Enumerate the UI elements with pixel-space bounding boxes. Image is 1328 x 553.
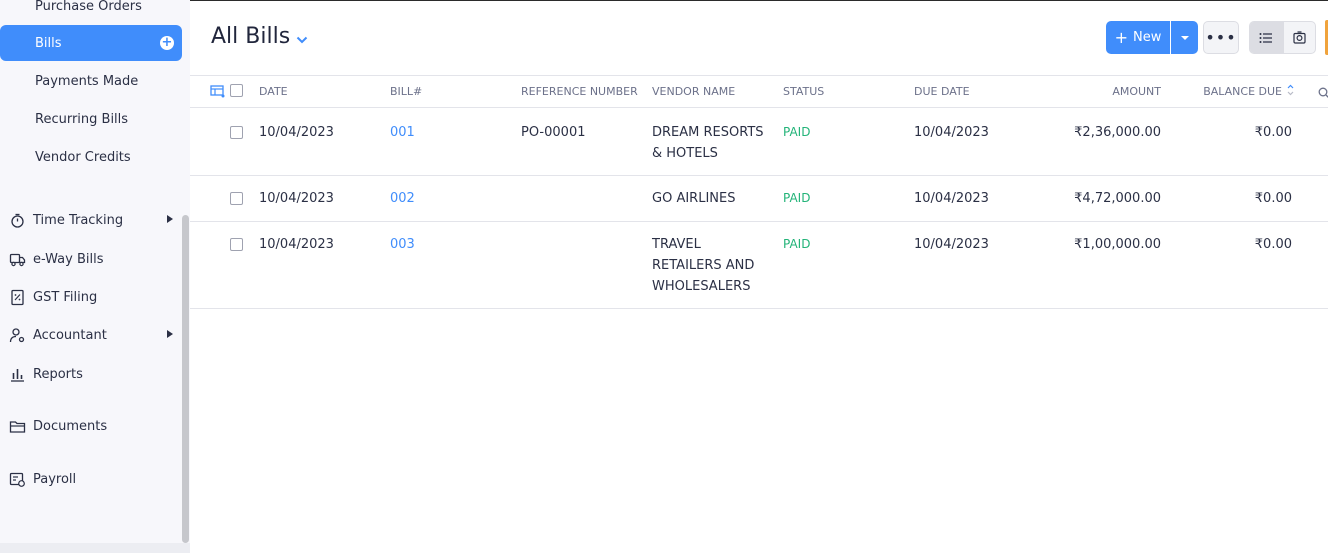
row-checkbox[interactable] xyxy=(230,126,243,139)
view-toggle xyxy=(1249,21,1316,54)
page-title: All Bills xyxy=(211,24,291,49)
row-checkbox[interactable] xyxy=(230,192,243,205)
row-vendor-name: GO AIRLINES xyxy=(652,191,736,206)
column-header-amount[interactable]: AMOUNT xyxy=(1060,85,1161,98)
sidebar-item-recurring-bills[interactable]: Recurring Bills xyxy=(0,101,182,137)
sidebar-item-bills[interactable]: Bills + xyxy=(0,25,182,61)
row-vendor-name: DREAM RESORTS & HOTELS xyxy=(652,125,764,161)
new-button-label: New xyxy=(1133,30,1162,45)
table-header: DATE BILL# REFERENCE NUMBER VENDOR NAME … xyxy=(190,75,1328,108)
sidebar-item-eway-bills[interactable]: e-Way Bills xyxy=(0,244,182,274)
sidebar-item-payments-made[interactable]: Payments Made xyxy=(0,63,182,99)
sidebar-item-label: Bills xyxy=(35,35,62,51)
sidebar-item-label: e-Way Bills xyxy=(33,251,104,267)
gallery-view-button[interactable] xyxy=(1282,22,1316,53)
row-amount: ₹2,36,000.00 xyxy=(1074,125,1161,140)
status-badge: PAID xyxy=(783,125,811,139)
sidebar-item-label: Vendor Credits xyxy=(35,149,131,165)
folder-icon xyxy=(9,421,26,433)
table-row[interactable]: 10/04/2023 003 TRAVEL RETAILERS AND WHOL… xyxy=(190,222,1328,309)
row-due-date: 10/04/2023 xyxy=(914,125,989,140)
more-options-button[interactable]: ••• xyxy=(1203,21,1239,54)
document-percent-icon xyxy=(11,289,24,306)
table-row[interactable]: 10/04/2023 001 PO-00001 DREAM RESORTS & … xyxy=(190,108,1328,176)
search-icon[interactable] xyxy=(1318,87,1328,99)
sidebar-item-label: Accountant xyxy=(33,327,107,343)
sidebar-item-label: Time Tracking xyxy=(33,212,124,228)
sidebar-item-label: GST Filing xyxy=(33,289,98,305)
sidebar: Purchase Orders Bills + Payments Made Re… xyxy=(0,0,190,553)
row-date: 10/04/2023 xyxy=(259,237,334,252)
status-badge: PAID xyxy=(783,237,811,251)
new-bill-button[interactable]: + New xyxy=(1106,21,1170,54)
sidebar-item-purchase-orders[interactable]: Purchase Orders xyxy=(0,0,182,24)
row-vendor-name: TRAVEL RETAILERS AND WHOLESALERS xyxy=(652,237,755,294)
select-all-checkbox[interactable] xyxy=(230,84,243,97)
row-balance-due: ₹0.00 xyxy=(1254,237,1292,252)
sidebar-scrollbar-thumb[interactable] xyxy=(182,215,189,543)
column-header-balance-due[interactable]: BALANCE DUE xyxy=(1180,85,1282,98)
column-header-vendor-name[interactable]: VENDOR NAME xyxy=(652,85,735,98)
column-header-status[interactable]: STATUS xyxy=(783,85,824,98)
app-root: Purchase Orders Bills + Payments Made Re… xyxy=(0,0,1328,553)
sidebar-item-label: Purchase Orders xyxy=(35,0,142,14)
plus-icon: + xyxy=(1114,27,1129,47)
caret-down-icon xyxy=(1180,35,1189,40)
list-view-button[interactable] xyxy=(1250,22,1283,53)
ellipsis-icon: ••• xyxy=(1205,28,1237,47)
row-date: 10/04/2023 xyxy=(259,125,334,140)
column-header-date[interactable]: DATE xyxy=(259,85,288,98)
row-bill-number-link[interactable]: 002 xyxy=(390,188,415,209)
sidebar-item-documents[interactable]: Documents xyxy=(0,411,182,441)
row-date: 10/04/2023 xyxy=(259,191,334,206)
user-gear-icon xyxy=(9,328,25,343)
row-checkbox[interactable] xyxy=(230,238,243,251)
column-header-reference-number[interactable]: REFERENCE NUMBER xyxy=(521,85,638,98)
sidebar-item-accountant[interactable]: Accountant xyxy=(0,320,182,350)
sidebar-item-time-tracking[interactable]: Time Tracking xyxy=(0,205,182,235)
row-bill-number-link[interactable]: 001 xyxy=(390,122,415,143)
sidebar-item-payroll[interactable]: Payroll xyxy=(0,464,182,494)
sidebar-item-label: Reports xyxy=(33,366,83,382)
camera-icon xyxy=(1293,31,1306,44)
sort-icon[interactable] xyxy=(1287,84,1294,96)
sidebar-footer xyxy=(0,543,190,553)
sidebar-item-reports[interactable]: Reports xyxy=(0,359,182,389)
bar-chart-icon xyxy=(11,369,24,382)
expand-caret-icon[interactable] xyxy=(167,330,173,338)
payslip-icon xyxy=(9,472,25,487)
table-row[interactable]: 10/04/2023 002 GO AIRLINES PAID 10/04/20… xyxy=(190,176,1328,222)
column-header-due-date[interactable]: DUE DATE xyxy=(914,85,970,98)
add-bill-icon[interactable]: + xyxy=(160,36,174,50)
sidebar-item-label: Payments Made xyxy=(35,73,139,89)
row-due-date: 10/04/2023 xyxy=(914,191,989,206)
row-balance-due: ₹0.00 xyxy=(1254,125,1292,140)
view-selector[interactable]: All Bills xyxy=(211,24,308,49)
list-view-icon xyxy=(1259,32,1273,43)
top-divider xyxy=(190,0,1328,1)
stopwatch-icon xyxy=(11,213,24,228)
column-config-icon[interactable] xyxy=(210,84,225,98)
chevron-down-icon xyxy=(296,36,308,43)
sidebar-item-label: Recurring Bills xyxy=(35,111,129,127)
column-header-bill-number[interactable]: BILL# xyxy=(390,85,422,98)
row-bill-number-link[interactable]: 003 xyxy=(390,234,415,255)
new-dropdown-button[interactable] xyxy=(1171,21,1198,54)
truck-icon xyxy=(9,253,26,267)
row-reference-number: PO-00001 xyxy=(521,125,586,140)
row-balance-due: ₹0.00 xyxy=(1254,191,1292,206)
sidebar-item-vendor-credits[interactable]: Vendor Credits xyxy=(0,139,182,175)
row-amount: ₹1,00,000.00 xyxy=(1074,237,1161,252)
row-due-date: 10/04/2023 xyxy=(914,237,989,252)
sidebar-item-gst-filing[interactable]: GST Filing xyxy=(0,282,182,312)
row-amount: ₹4,72,000.00 xyxy=(1074,191,1161,206)
sidebar-item-label: Payroll xyxy=(33,471,77,487)
expand-caret-icon[interactable] xyxy=(167,215,173,223)
sidebar-item-label: Documents xyxy=(33,418,108,434)
status-badge: PAID xyxy=(783,191,811,205)
